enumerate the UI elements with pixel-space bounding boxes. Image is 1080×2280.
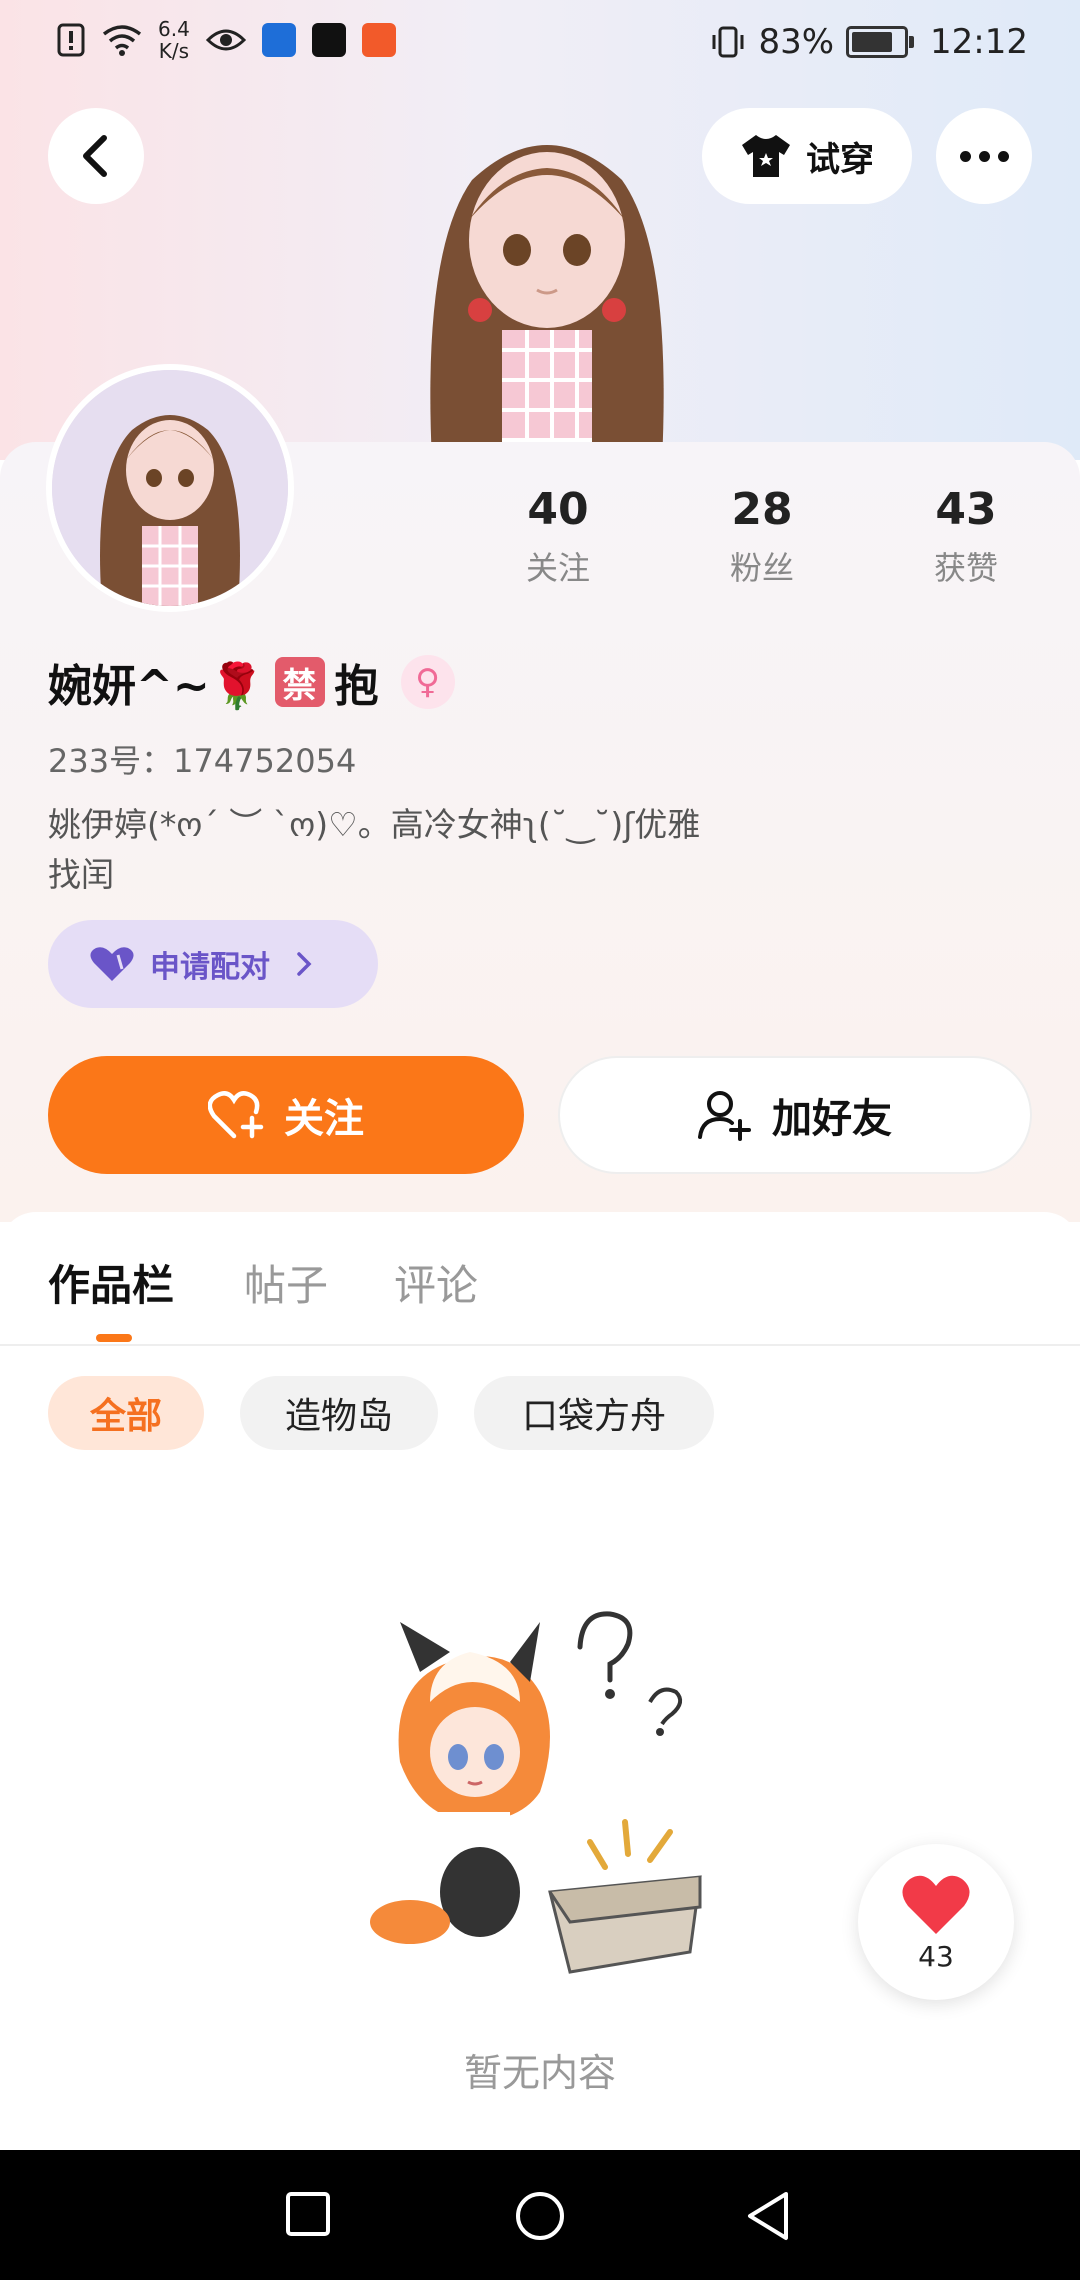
back-button[interactable] xyxy=(48,108,144,204)
back-nav-icon[interactable] xyxy=(744,2190,792,2242)
more-dots-icon xyxy=(959,150,971,162)
wifi-icon xyxy=(102,25,142,56)
eye-icon xyxy=(205,29,246,51)
nickname: 婉妍^~🌹 xyxy=(48,661,265,712)
add-user-icon xyxy=(698,1091,751,1141)
user-id: 233号：174752054 xyxy=(48,742,357,780)
avatar-3d-figure xyxy=(430,145,664,462)
tshirt-icon xyxy=(742,135,790,177)
chevron-left-icon xyxy=(83,135,107,177)
more-button[interactable] xyxy=(936,108,1032,204)
heart-pair-icon xyxy=(90,947,134,981)
stat-likes-value: 43 xyxy=(935,484,997,535)
profile-stats: 40 关注 28 粉丝 43 获赞 xyxy=(0,484,1080,604)
try-on-label: 试穿 xyxy=(806,139,874,180)
home-icon[interactable] xyxy=(514,2190,566,2242)
follow-button[interactable]: 关注 xyxy=(48,1056,524,1174)
content-section: 作品栏 帖子 评论 全部 造物岛 口袋方舟 暂无内容 xyxy=(0,1212,1080,2150)
stat-followers-label: 粉丝 xyxy=(729,549,794,587)
like-float-button[interactable]: 43 xyxy=(858,1844,1014,2000)
status-bar: 6.4 K/s 83% 12:12 xyxy=(0,0,1080,90)
vibrate-icon xyxy=(712,26,744,58)
nickname-suffix: 抱 xyxy=(334,661,379,712)
tab-comments[interactable]: 评论 xyxy=(394,1252,478,1313)
shield-app-icon xyxy=(261,23,296,57)
female-gender-icon: ♀ xyxy=(400,655,455,709)
tab-indicator xyxy=(96,1334,132,1342)
filter-pocket-ark[interactable]: 口袋方舟 xyxy=(474,1376,714,1450)
stat-likes[interactable]: 43 获赞 xyxy=(896,484,1036,589)
filter-creation-island[interactable]: 造物岛 xyxy=(240,1376,438,1450)
net-speed: 6.4 K/s xyxy=(158,17,190,63)
content-tabs: 作品栏 帖子 评论 xyxy=(0,1212,1080,1346)
add-friend-label: 加好友 xyxy=(772,1096,892,1142)
stat-following-value: 40 xyxy=(527,484,589,535)
stat-following[interactable]: 40 关注 xyxy=(488,484,628,589)
tiktok-icon xyxy=(311,23,346,57)
stat-likes-label: 获赞 xyxy=(933,549,998,587)
apply-pair-label: 申请配对 xyxy=(150,950,270,985)
try-on-button[interactable]: 试穿 xyxy=(702,108,912,204)
apply-pair-button[interactable]: 申请配对 xyxy=(48,920,378,1008)
add-friend-button[interactable]: 加好友 xyxy=(558,1056,1032,1174)
nickname-row: 婉妍^~🌹 禁 抱 ♀ xyxy=(48,650,455,714)
tab-works[interactable]: 作品栏 xyxy=(48,1252,174,1313)
bio: 姚伊婷(*ო´ ︶ `ო)♡。高冷女神ʅ(˘‿˘)ʃ优雅 找闰 xyxy=(48,805,701,894)
empty-state-illustration xyxy=(370,1611,702,1974)
battery-percent: 83% xyxy=(758,22,835,62)
filter-all[interactable]: 全部 xyxy=(48,1376,204,1450)
system-nav-bar xyxy=(0,2150,1080,2280)
battery-icon xyxy=(846,26,915,58)
chevron-right-icon xyxy=(297,952,312,976)
stat-followers-value: 28 xyxy=(731,484,793,535)
stat-following-label: 关注 xyxy=(525,549,590,587)
empty-state-text: 暂无内容 xyxy=(463,2051,616,2095)
clock: 12:12 xyxy=(930,22,1028,62)
heart-icon xyxy=(902,1875,970,1934)
app-notification-icon xyxy=(361,23,396,57)
recent-apps-icon[interactable] xyxy=(284,2190,332,2238)
heart-plus-icon xyxy=(208,1091,264,1139)
stat-followers[interactable]: 28 粉丝 xyxy=(692,484,832,589)
ban-tag: 禁 xyxy=(274,657,325,707)
follow-label: 关注 xyxy=(284,1096,364,1142)
sim-alert-icon xyxy=(57,23,85,57)
like-count: 43 xyxy=(918,1939,954,1973)
tab-posts[interactable]: 帖子 xyxy=(244,1252,328,1313)
